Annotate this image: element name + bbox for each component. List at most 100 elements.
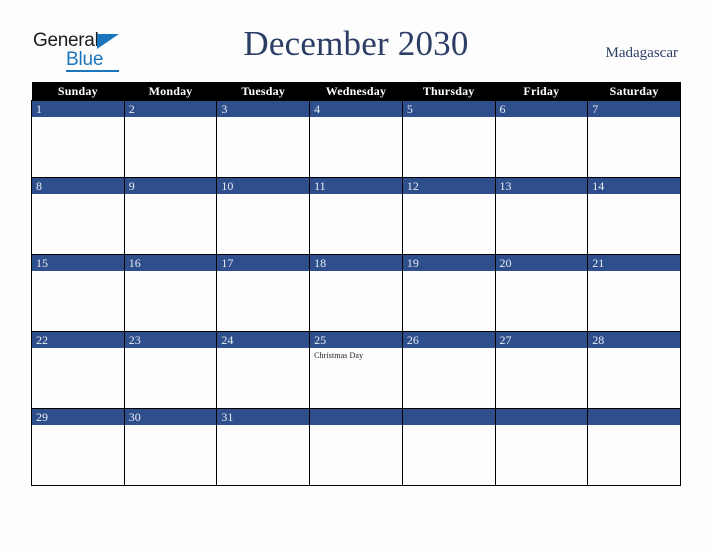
day-number [310, 409, 402, 425]
calendar-day-cell[interactable]: 20 [494, 254, 589, 332]
calendar-table: Sunday Monday Tuesday Wednesday Thursday… [31, 82, 681, 486]
calendar-day-cell[interactable]: 4 [309, 100, 403, 178]
calendar-day-cell[interactable]: 22 [31, 331, 125, 409]
weekday-header-row: Sunday Monday Tuesday Wednesday Thursday… [31, 82, 681, 101]
calendar-day-cell[interactable]: 17 [216, 254, 311, 332]
day-number: 12 [403, 178, 495, 194]
weekday-header-monday: Monday [124, 82, 217, 101]
calendar-day-cell[interactable]: 28 [587, 331, 681, 409]
calendar-day-cell[interactable]: 19 [401, 254, 496, 332]
calendar-day-cell[interactable]: 7 [587, 100, 681, 178]
day-events [589, 425, 680, 485]
day-number: 3 [217, 101, 309, 117]
day-number: 18 [310, 255, 402, 271]
day-events [32, 117, 123, 177]
calendar-day-cell[interactable]: 5 [401, 100, 496, 178]
day-events [496, 271, 587, 331]
calendar-day-cell[interactable]: 16 [123, 254, 218, 332]
calendar-day-cell[interactable]: 15 [31, 254, 125, 332]
calendar-day-cell[interactable]: 2 [123, 100, 218, 178]
day-events [589, 194, 680, 254]
weekday-header-thursday: Thursday [402, 82, 496, 101]
day-events [311, 117, 402, 177]
day-events [125, 348, 216, 408]
day-events [496, 117, 587, 177]
weekday-header-sunday: Sunday [31, 82, 125, 101]
day-events [496, 348, 587, 408]
day-number: 6 [496, 101, 587, 117]
calendar-day-cell[interactable] [587, 408, 681, 486]
calendar-week-row: 15 16 17 18 19 20 21 [31, 254, 681, 332]
calendar-day-cell[interactable]: 1 [31, 100, 125, 178]
weekday-header-wednesday: Wednesday [309, 82, 403, 101]
calendar-day-cell[interactable]: 10 [216, 177, 311, 255]
day-number: 2 [125, 101, 216, 117]
calendar-day-cell[interactable]: 18 [309, 254, 403, 332]
calendar-day-cell[interactable]: 11 [309, 177, 403, 255]
day-events: Christmas Day [311, 348, 402, 408]
day-events [589, 348, 680, 408]
calendar-day-cell[interactable] [309, 408, 403, 486]
calendar-day-cell[interactable]: 31 [216, 408, 311, 486]
day-events [32, 425, 123, 485]
calendar-header-row-group: Sunday Monday Tuesday Wednesday Thursday… [31, 82, 681, 101]
day-events [311, 425, 402, 485]
calendar-day-cell[interactable]: 9 [123, 177, 218, 255]
day-number: 30 [125, 409, 216, 425]
day-events [311, 271, 402, 331]
day-number [403, 409, 495, 425]
day-events [125, 271, 216, 331]
calendar-day-cell[interactable]: 23 [123, 331, 218, 409]
calendar-day-cell[interactable]: 25 Christmas Day [309, 331, 403, 409]
day-number: 7 [588, 101, 680, 117]
day-number: 24 [217, 332, 309, 348]
calendar-day-cell[interactable]: 29 [31, 408, 125, 486]
day-number: 26 [403, 332, 495, 348]
calendar-day-cell[interactable]: 6 [494, 100, 589, 178]
day-number: 25 [310, 332, 402, 348]
calendar-day-cell[interactable]: 27 [494, 331, 589, 409]
day-events [125, 194, 216, 254]
day-events [125, 117, 216, 177]
day-events [589, 117, 680, 177]
day-events [218, 117, 309, 177]
weekday-header-tuesday: Tuesday [216, 82, 310, 101]
day-events [32, 271, 123, 331]
day-events [589, 271, 680, 331]
logo-underline [66, 70, 119, 72]
calendar-day-cell[interactable] [494, 408, 589, 486]
day-number: 16 [125, 255, 216, 271]
calendar-day-cell[interactable]: 26 [401, 331, 496, 409]
day-events [403, 425, 494, 485]
day-number: 19 [403, 255, 495, 271]
day-number: 4 [310, 101, 402, 117]
day-number: 20 [496, 255, 587, 271]
calendar-day-cell[interactable]: 3 [216, 100, 311, 178]
calendar-day-cell[interactable]: 14 [587, 177, 681, 255]
day-number: 27 [496, 332, 587, 348]
day-number: 8 [32, 178, 124, 194]
day-events [403, 348, 494, 408]
day-number: 13 [496, 178, 587, 194]
country-label: Madagascar [605, 45, 678, 61]
day-number: 29 [32, 409, 124, 425]
calendar-day-cell[interactable] [401, 408, 496, 486]
calendar-day-cell[interactable]: 24 [216, 331, 311, 409]
day-events [125, 425, 216, 485]
calendar-day-cell[interactable]: 8 [31, 177, 125, 255]
calendar-day-cell[interactable]: 21 [587, 254, 681, 332]
day-events [218, 348, 309, 408]
calendar-week-row: 29 30 31 [31, 408, 681, 486]
day-events [496, 194, 587, 254]
day-number: 21 [588, 255, 680, 271]
day-events [311, 194, 402, 254]
day-events [218, 271, 309, 331]
calendar-day-cell[interactable]: 13 [494, 177, 589, 255]
day-events [403, 117, 494, 177]
day-number: 23 [125, 332, 216, 348]
calendar-day-cell[interactable]: 12 [401, 177, 496, 255]
day-events [403, 194, 494, 254]
day-number: 15 [32, 255, 124, 271]
calendar-day-cell[interactable]: 30 [123, 408, 218, 486]
day-events [403, 271, 494, 331]
